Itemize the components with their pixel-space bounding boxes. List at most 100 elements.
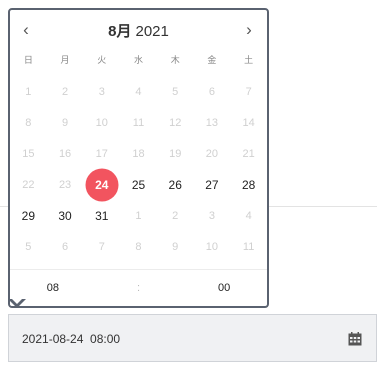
day-cell[interactable]: 5 (157, 76, 194, 107)
day-cell[interactable]: 2 (157, 200, 194, 231)
hour-select[interactable]: 08 (10, 282, 96, 294)
day-cell[interactable]: 23 (47, 169, 84, 200)
weekday-label: 月 (60, 55, 70, 65)
weekday-label: 日 (23, 55, 33, 65)
day-number: 14 (242, 116, 255, 129)
day-number: 4 (245, 209, 252, 222)
weekday-label: 金 (207, 55, 217, 65)
day-number: 4 (135, 85, 142, 98)
time-selector: 08 : 00 (10, 269, 267, 306)
day-cell[interactable]: 7 (83, 231, 120, 262)
day-cell[interactable]: 25 (120, 169, 157, 200)
month-label: 8月 (108, 22, 132, 40)
day-cell[interactable]: 8 (10, 107, 47, 138)
day-number: 8 (25, 116, 32, 129)
day-number: 30 (58, 208, 72, 223)
day-cell-selected[interactable]: 24 (83, 168, 120, 201)
day-cell[interactable]: 7 (230, 76, 267, 107)
day-cell[interactable]: 9 (47, 107, 84, 138)
day-number: 23 (58, 178, 72, 191)
day-cell[interactable]: 20 (194, 138, 231, 169)
day-cell[interactable]: 3 (194, 200, 231, 231)
day-cell[interactable]: 18 (120, 138, 157, 169)
day-number: 3 (98, 85, 105, 98)
prev-month-button[interactable]: ‹ (14, 18, 38, 42)
day-number: 15 (22, 147, 35, 160)
day-number: 7 (245, 85, 252, 98)
next-month-button[interactable]: › (237, 18, 261, 42)
day-cell[interactable]: 30 (47, 200, 84, 231)
day-number: 5 (25, 240, 32, 253)
day-cell[interactable]: 17 (83, 138, 120, 169)
day-cell[interactable]: 4 (230, 200, 267, 231)
day-cell[interactable]: 6 (47, 231, 84, 262)
calendar-icon[interactable] (348, 332, 362, 346)
day-number: 10 (95, 116, 108, 129)
day-number: 9 (62, 116, 69, 129)
datetime-value: 2021-08-24 08:00 (22, 332, 121, 346)
day-cell[interactable]: 31 (83, 200, 120, 231)
day-cell[interactable]: 16 (47, 138, 84, 169)
day-cell[interactable]: 11 (120, 107, 157, 138)
day-cell[interactable]: 26 (157, 169, 194, 200)
day-cell[interactable]: 3 (83, 76, 120, 107)
day-number: 17 (95, 147, 108, 160)
day-number: 6 (208, 85, 215, 98)
day-number: 29 (21, 208, 36, 223)
minute-select[interactable]: 00 (181, 282, 267, 294)
day-cell[interactable]: 29 (10, 200, 47, 231)
day-cell[interactable]: 6 (194, 76, 231, 107)
day-number: 19 (169, 147, 182, 160)
date-picker-popup: ‹ 8月 2021 › 日月火水木金土 1 2 3 4 5 6 7 8 9 10 11 12 13 14 15… (8, 8, 269, 308)
day-number: 7 (98, 240, 105, 253)
day-number: 11 (132, 116, 145, 129)
datetime-input[interactable]: 2021-08-24 08:00 (8, 314, 377, 362)
day-number: 1 (135, 209, 142, 222)
month-year-title[interactable]: 8月 2021 (108, 20, 169, 41)
day-cell[interactable]: 2 (47, 76, 84, 107)
day-cell[interactable]: 27 (194, 169, 231, 200)
day-number: 11 (242, 240, 255, 253)
day-number: 9 (172, 240, 179, 253)
day-cell[interactable]: 21 (230, 138, 267, 169)
day-cell[interactable]: 8 (120, 231, 157, 262)
day-cell[interactable]: 19 (157, 138, 194, 169)
day-cell[interactable]: 10 (194, 231, 231, 262)
day-number: 16 (58, 147, 72, 160)
weekday-label: 土 (244, 55, 254, 65)
day-cell[interactable]: 9 (157, 231, 194, 262)
day-cell[interactable]: 1 (120, 200, 157, 231)
day-number: 25 (131, 177, 146, 192)
day-number: 6 (62, 240, 69, 253)
picker-header: ‹ 8月 2021 › (10, 10, 267, 50)
day-cell[interactable]: 28 (230, 169, 267, 200)
weekday-label: 水 (133, 55, 143, 65)
day-number: 20 (205, 147, 219, 160)
day-cell[interactable]: 15 (10, 138, 47, 169)
day-number: 12 (169, 116, 182, 129)
day-number: 22 (22, 178, 35, 191)
time-separator: : (136, 282, 141, 294)
day-number: 8 (135, 240, 142, 253)
day-cell[interactable]: 22 (10, 169, 47, 200)
day-cell[interactable]: 5 (10, 231, 47, 262)
day-number: 10 (205, 240, 219, 253)
day-cell[interactable]: 14 (230, 107, 267, 138)
day-cell[interactable]: 12 (157, 107, 194, 138)
day-number: 24 (95, 177, 109, 192)
day-cell[interactable]: 10 (83, 107, 120, 138)
day-number: 18 (132, 147, 145, 160)
day-number: 5 (172, 85, 179, 98)
day-cell[interactable]: 4 (120, 76, 157, 107)
day-cell[interactable]: 11 (230, 231, 267, 262)
day-cell[interactable]: 1 (10, 76, 47, 107)
day-number: 13 (205, 116, 219, 129)
day-number: 3 (208, 209, 215, 222)
day-number: 27 (205, 177, 219, 192)
popup-arrow-inner (10, 297, 24, 304)
weekday-label: 木 (170, 55, 180, 65)
day-cell[interactable]: 13 (194, 107, 231, 138)
day-number: 28 (241, 177, 256, 192)
day-number: 1 (25, 85, 32, 98)
day-number: 31 (95, 208, 109, 223)
